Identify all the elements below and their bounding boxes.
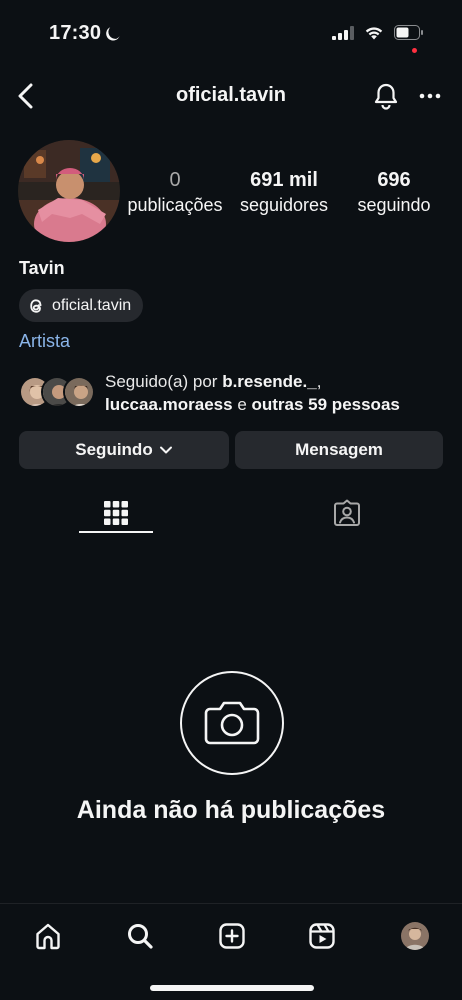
posts-stat: 0 publicações xyxy=(124,168,226,216)
battery-icon xyxy=(394,25,423,40)
mutual-others[interactable]: outras 59 pessoas xyxy=(252,395,400,414)
threads-icon xyxy=(30,298,42,313)
wifi-icon xyxy=(365,27,383,40)
tab-posts-grid[interactable] xyxy=(79,490,153,536)
status-bar: 17:30 xyxy=(0,0,462,66)
followed-by[interactable]: Seguido(a) por b.resende._, luccaa.morae… xyxy=(19,370,449,416)
followers-count: 691 mil xyxy=(250,169,318,191)
search-icon xyxy=(128,924,153,949)
empty-state-text: Ainda não há publicações xyxy=(76,796,386,824)
home-icon xyxy=(36,923,60,950)
chevron-down-icon xyxy=(159,446,172,454)
create-icon xyxy=(219,923,245,949)
active-tab-indicator xyxy=(79,531,153,533)
empty-state-camera xyxy=(180,671,284,775)
nav-create[interactable] xyxy=(210,916,254,956)
followers-stat[interactable]: 691 mil seguidores xyxy=(234,168,334,216)
status-indicators xyxy=(332,25,424,40)
following-button-label: Seguindo xyxy=(75,440,153,459)
status-time: 17:30 xyxy=(49,22,102,44)
posts-label: publicações xyxy=(127,195,223,215)
profile-actions: Seguindo Mensagem xyxy=(19,431,443,469)
profile-header: oficial.tavin xyxy=(0,70,462,122)
profile-category: Artista xyxy=(19,331,71,351)
mutual-avatar xyxy=(63,376,95,408)
mutual-avatars xyxy=(19,376,99,410)
profile-stats: 0 publicações 691 mil seguidores 696 seg… xyxy=(124,168,440,218)
home-indicator xyxy=(150,985,314,991)
reels-icon xyxy=(309,923,335,949)
followed-by-text: Seguido(a) por b.resende._, luccaa.morae… xyxy=(105,372,400,414)
profile-notification-dot xyxy=(412,48,417,53)
tagged-icon xyxy=(334,499,360,526)
profile-tabs xyxy=(0,490,462,536)
notifications-button[interactable] xyxy=(368,78,404,114)
threads-badge[interactable]: oficial.tavin xyxy=(19,289,144,322)
followers-label: seguidores xyxy=(239,195,329,215)
posts-count: 0 xyxy=(169,169,181,191)
profile-avatar[interactable] xyxy=(18,140,120,242)
message-button[interactable]: Mensagem xyxy=(235,431,443,469)
camera-icon xyxy=(204,701,260,745)
mutual-user-2[interactable]: luccaa.moraess xyxy=(105,395,233,414)
nav-profile[interactable] xyxy=(393,916,437,956)
more-icon xyxy=(419,93,441,99)
profile-avatar-small xyxy=(401,922,429,950)
following-label: seguindo xyxy=(357,195,431,215)
tab-tagged[interactable] xyxy=(310,490,384,536)
mutual-user-1[interactable]: b.resende._ xyxy=(222,372,317,391)
display-name: Tavin xyxy=(19,258,65,278)
nav-search[interactable] xyxy=(118,916,162,956)
following-button[interactable]: Seguindo xyxy=(19,431,229,469)
more-options-button[interactable] xyxy=(412,78,448,114)
message-button-label: Mensagem xyxy=(295,440,383,459)
following-stat[interactable]: 696 seguindo xyxy=(350,168,438,216)
threads-handle: oficial.tavin xyxy=(52,296,132,314)
nav-reels[interactable] xyxy=(300,916,344,956)
signal-icon xyxy=(332,25,354,40)
bell-icon xyxy=(374,83,398,110)
grid-icon xyxy=(104,501,128,525)
moon-icon xyxy=(106,27,120,41)
nav-home[interactable] xyxy=(26,916,70,956)
following-count: 696 xyxy=(377,169,411,191)
